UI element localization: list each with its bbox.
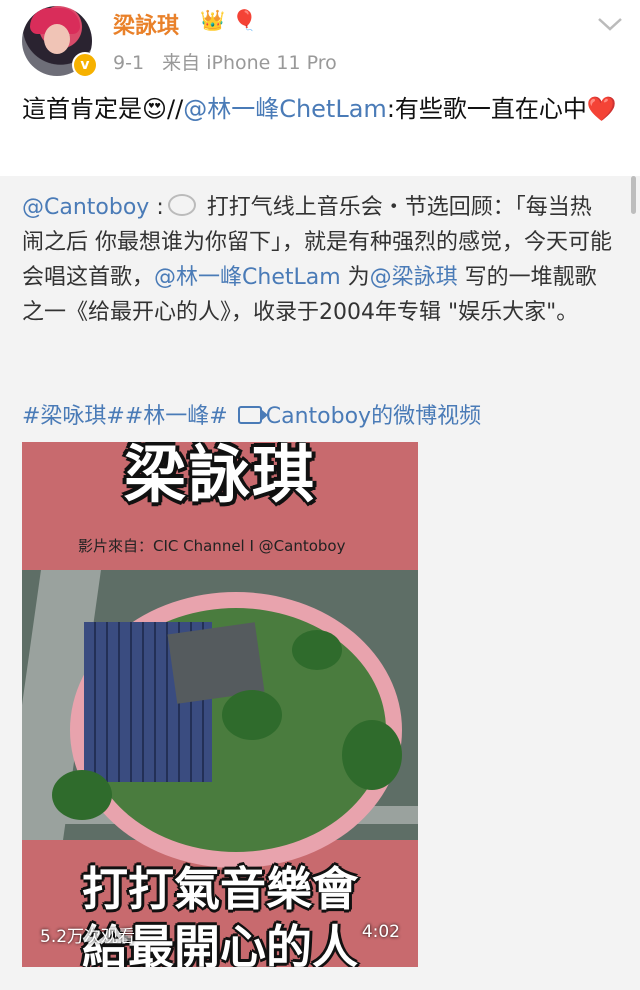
- post-source: 来自 iPhone 11 Pro: [162, 52, 337, 74]
- repost-text-part2: 为: [340, 265, 370, 290]
- hashtags-row: #梁咏琪##林一峰# Cantoboy的微博视频: [22, 398, 481, 430]
- mention-chetlam-link[interactable]: @林一峰ChetLam: [154, 265, 341, 290]
- video-link[interactable]: Cantoboy的微博视频: [266, 404, 481, 429]
- video-source-line: 影片來自：CIC Channel I @Cantoboy: [78, 537, 346, 555]
- video-title-top: 梁詠琪: [123, 442, 316, 511]
- repost-slashes: //: [167, 95, 184, 123]
- view-count: 5.2万次观看: [40, 927, 136, 947]
- username[interactable]: 梁詠琪: [113, 8, 179, 40]
- post-meta: 9-1 来自 iPhone 11 Pro: [113, 48, 337, 75]
- post-date: 9-1: [113, 52, 145, 74]
- verified-icon: v: [72, 52, 98, 78]
- post-text-part1: 這首肯定是: [22, 95, 142, 123]
- repost-text: @Cantoboy : 打打气线上音乐会・节选回顾：「每当热闹之后 你最想谁为你…: [22, 190, 612, 330]
- repost-card[interactable]: @Cantoboy : 打打气线上音乐会・节选回顾：「每当热闹之后 你最想谁为你…: [0, 176, 640, 990]
- heart-emoji-icon: ❤️: [586, 95, 617, 123]
- post-text: 這首肯定是😍//@林一峰ChetLam:有些歌一直在心中❤️: [22, 90, 622, 128]
- video-title-bottom-line1: 打打氣音樂會: [82, 862, 358, 916]
- mention-link[interactable]: @林一峰ChetLam: [183, 95, 387, 123]
- tree-cluster: [52, 770, 112, 820]
- balloon-icon: 🎈: [232, 8, 257, 32]
- chevron-down-icon[interactable]: [596, 14, 624, 34]
- tree-cluster: [342, 720, 402, 790]
- mention-gigi-link[interactable]: @梁詠琪: [370, 265, 458, 290]
- tree-cluster: [292, 630, 342, 670]
- video-thumbnail[interactable]: 梁詠琪 影片來自：CIC Channel I @Cantoboy 打打氣音樂會 …: [22, 442, 418, 967]
- crown-icon: 👑: [200, 8, 225, 32]
- tree-cluster: [222, 690, 282, 740]
- scrollbar-thumb[interactable]: [631, 176, 636, 214]
- repost-author-link[interactable]: @Cantoboy: [22, 195, 149, 220]
- video-icon: [237, 406, 268, 424]
- comment-bubble-icon: [167, 194, 196, 216]
- post-header: v 梁詠琪 👑 🎈 9-1 来自 iPhone 11 Pro: [0, 0, 640, 85]
- hashtag-links[interactable]: #梁咏琪##林一峰#: [22, 404, 228, 429]
- video-title-bottom: 打打氣音樂會 給最開心的人: [22, 860, 418, 967]
- repost-colon: :: [149, 195, 164, 220]
- video-duration: 4:02: [361, 922, 400, 942]
- heart-eyes-emoji-icon: 😍: [142, 95, 168, 123]
- post-text-part2: :有些歌一直在心中: [386, 95, 587, 123]
- aerial-photo: [22, 570, 418, 868]
